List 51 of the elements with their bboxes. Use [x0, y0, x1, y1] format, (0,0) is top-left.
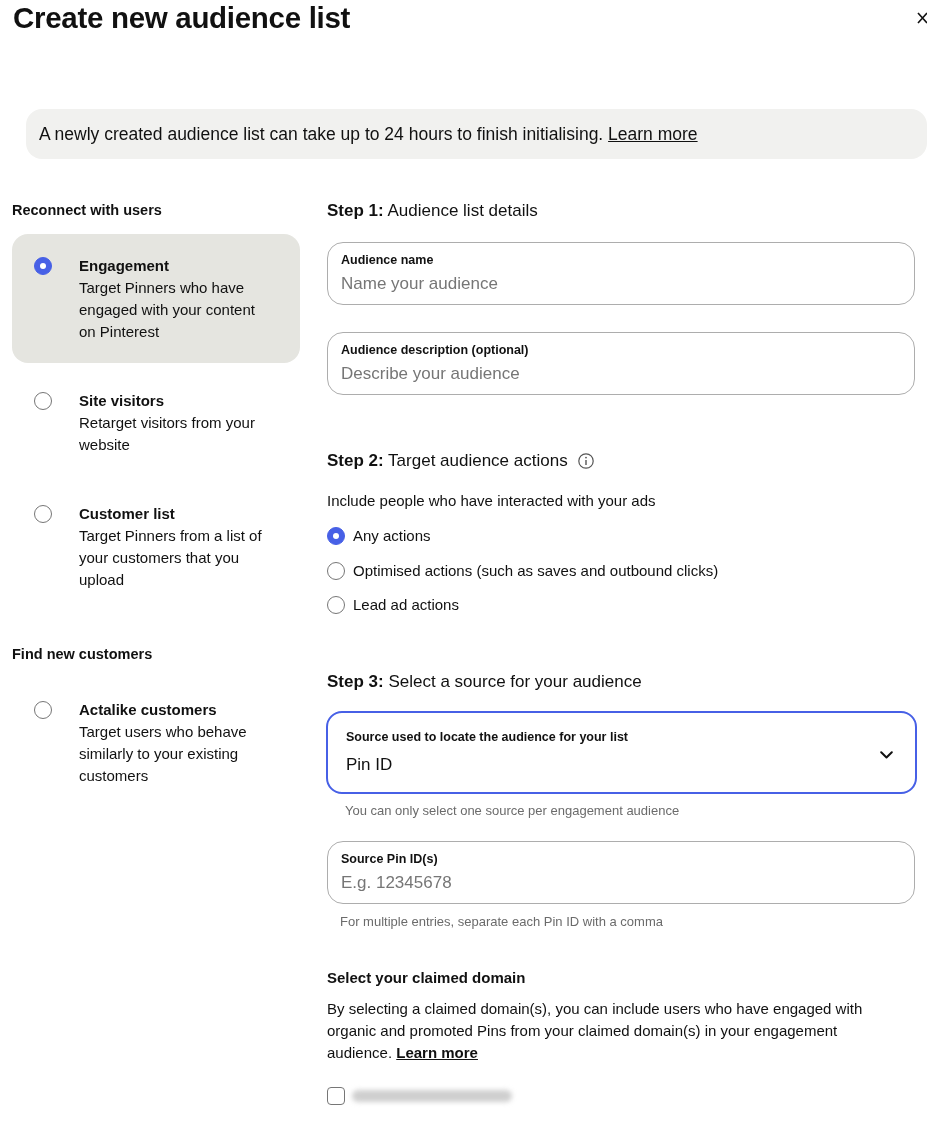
option-description: Retarget visitors from your website: [79, 413, 256, 455]
radio-button[interactable]: [327, 596, 345, 614]
option-description: Target users who behave similarly to your existing customers: [79, 722, 248, 786]
text-field[interactable]: Source Pin ID(s) E.g. 12345678: [327, 841, 915, 904]
audience-type-option[interactable]: Engagement Target Pinners who have engaged with your content on Pinterest: [12, 234, 300, 363]
radio-label[interactable]: Optimised actions (such as saves and outbound clicks): [353, 559, 719, 582]
option-description: Target Pinners who have engaged with your content on Pinterest: [79, 278, 256, 342]
radio-button[interactable]: [327, 527, 345, 545]
option-title: Customer list: [79, 504, 176, 524]
audience-type-option[interactable]: Actalike customers Target users who behave similarly to your existing customers: [12, 678, 300, 807]
step-heading: Step 1: Audience list details: [327, 200, 539, 222]
radio-button[interactable]: [34, 392, 52, 410]
audience-type-option[interactable]: Customer list Target Pinners from a list of your customers that you upload: [12, 482, 300, 611]
section-heading: Find new customers: [12, 645, 154, 664]
radio-label[interactable]: Lead ad actions: [353, 594, 459, 616]
radio-button[interactable]: [34, 257, 52, 275]
text-field[interactable]: Audience description (optional) Describe your audience: [327, 332, 915, 395]
text-input[interactable]: E.g. 12345678: [341, 872, 901, 894]
text-input[interactable]: Describe your audience: [341, 363, 901, 385]
text-field[interactable]: Audience name Name your audience: [327, 242, 915, 305]
option-title: Actalike customers: [79, 700, 218, 720]
notice-text: A newly created audience list can take up to 24 hours to finish initialising. Learn more: [39, 123, 698, 145]
field-label: Source used to locate the audience for your list: [346, 729, 629, 746]
dialog-title: Create new audience list: [13, 0, 351, 36]
claimed-domain-description: By selecting a claimed domain(s), you can include users who have engaged with organic and promoted Pins from your claimed domain(s) in your engagement audience. Learn more: [327, 999, 864, 1063]
helper-text: For multiple entries, separate each Pin ID with a comma: [339, 913, 664, 931]
audience-type-option[interactable]: Site visitors Retarget visitors from your website: [12, 369, 300, 476]
prompt-text: Include people who have interacted with your ads: [327, 491, 657, 511]
field-label: Source Pin ID(s): [341, 851, 439, 868]
section-heading: Reconnect with users: [12, 201, 163, 220]
learn-more-link[interactable]: Learn more: [396, 1044, 478, 1061]
option-title: Engagement: [79, 256, 170, 276]
source-dropdown[interactable]: Source used to locate the audience for your list Pin ID: [326, 711, 917, 794]
step-heading: Step 2: Target audience actions: [327, 450, 568, 472]
field-label: Audience name: [341, 252, 435, 269]
option-title: Site visitors: [79, 391, 166, 411]
helper-text: You can only select one source per engagement audience: [344, 802, 681, 820]
radio-button[interactable]: [34, 701, 52, 719]
learn-more-link[interactable]: Learn more: [608, 124, 698, 144]
radio-button[interactable]: [327, 561, 345, 580]
checkbox[interactable]: [327, 1087, 345, 1105]
text-input[interactable]: Name your audience: [341, 273, 901, 295]
radio-button[interactable]: [34, 505, 52, 523]
section-heading: Select your claimed domain: [327, 968, 527, 988]
chevron-down-icon: [880, 751, 893, 759]
option-description: Target Pinners from a list of your customers that you upload: [79, 526, 263, 590]
close-icon[interactable]: [917, 12, 927, 24]
radio-label[interactable]: Any actions: [353, 525, 431, 547]
field-label: Audience description (optional): [341, 342, 530, 359]
info-icon[interactable]: [577, 453, 594, 469]
step-heading: Step 3: Select a source for your audience: [327, 671, 643, 693]
